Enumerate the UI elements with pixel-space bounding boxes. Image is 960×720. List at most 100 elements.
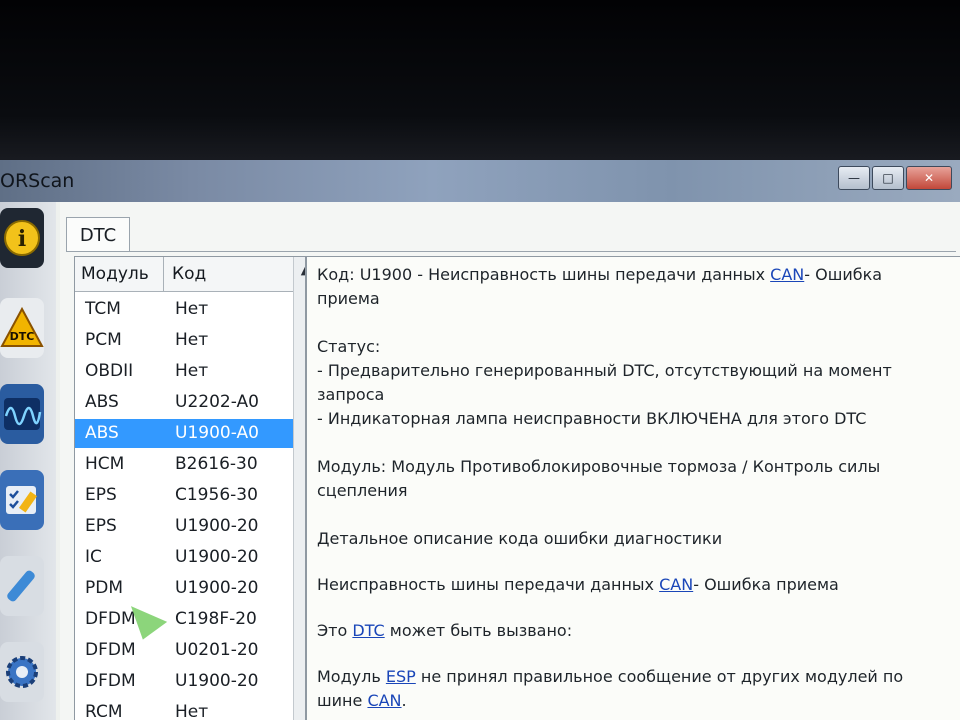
row-code: Нет xyxy=(175,330,209,350)
sidebar-item-info[interactable]: i xyxy=(0,202,52,274)
row-code: U2202-A0 xyxy=(175,392,259,412)
list-row[interactable]: PCM Нет xyxy=(75,326,305,355)
row-code: C198F-20 xyxy=(175,609,257,629)
list-row[interactable]: DFDM U0201-20 xyxy=(75,636,305,665)
cause-text: Это xyxy=(317,621,353,640)
row-code: Нет xyxy=(175,702,209,720)
list-row-selected[interactable]: ABS U1900-A0 xyxy=(75,419,305,448)
row-code: C1956-30 xyxy=(175,485,258,505)
sidebar-item-settings[interactable] xyxy=(0,636,52,708)
status-item-2: - Индикаторная лампа неисправности ВКЛЮЧ… xyxy=(317,409,867,428)
window-title: ORScan xyxy=(0,170,75,192)
list-row[interactable]: IC U1900-20 xyxy=(75,543,305,572)
dtc-detail-panel: Код: U1900 - Неисправность шины передачи… xyxy=(306,256,960,720)
list-row[interactable]: EPS C1956-30 xyxy=(75,481,305,510)
module-error-line: Модуль ESP не принял правильное сообщени… xyxy=(317,665,937,689)
list-row[interactable]: RCM Нет xyxy=(75,698,305,720)
row-module: HCM xyxy=(85,454,125,474)
row-code: U0201-20 xyxy=(175,640,259,660)
row-code: U1900-20 xyxy=(175,547,259,567)
checklist-icon xyxy=(0,470,44,530)
module-error-end: . xyxy=(401,691,407,710)
row-module: DFDM xyxy=(85,640,136,660)
row-module: EPS xyxy=(85,516,117,536)
svg-text:i: i xyxy=(18,226,26,252)
row-module: TCM xyxy=(85,299,121,319)
status-item-1-cont: запроса xyxy=(317,385,385,404)
list-row[interactable]: PDM U1900-20 xyxy=(75,574,305,603)
detail-code-line: Код: U1900 - Неисправность шины передачи… xyxy=(317,263,937,287)
list-scrollbar[interactable]: ▲ xyxy=(293,257,305,720)
list-row[interactable]: HCM B2616-30 xyxy=(75,450,305,479)
list-row[interactable]: TCM Нет xyxy=(75,295,305,324)
sidebar-item-oscilloscope[interactable] xyxy=(0,378,52,450)
row-code: Нет xyxy=(175,299,209,319)
list-row[interactable]: OBDII Нет xyxy=(75,357,305,386)
status-item-1: - Предварительно генерированный DTC, отс… xyxy=(317,361,892,380)
status-title: Статус: xyxy=(317,337,381,356)
dtc-link[interactable]: DTC xyxy=(352,621,384,640)
row-module: EPS xyxy=(85,485,117,505)
app-window: ORScan — □ ✕ i DTC DTC Модуль Код TCM Не… xyxy=(0,160,960,720)
can-link[interactable]: CAN xyxy=(367,691,401,710)
list-header: Модуль Код xyxy=(75,257,305,292)
row-code: U1900-20 xyxy=(175,578,259,598)
module-error-text: Модуль xyxy=(317,667,386,686)
row-module: PDM xyxy=(85,578,124,598)
gear-icon xyxy=(0,642,44,702)
wrench-icon xyxy=(0,556,44,616)
fault-line: Неисправность шины передачи данных CAN- … xyxy=(317,573,937,597)
window-controls: — □ ✕ xyxy=(838,166,952,190)
row-module: RCM xyxy=(85,702,123,720)
row-module: IC xyxy=(85,547,102,567)
maximize-button[interactable]: □ xyxy=(872,166,904,190)
can-link[interactable]: CAN xyxy=(659,575,693,594)
sidebar-item-checklist[interactable] xyxy=(0,464,52,536)
scroll-up-icon[interactable]: ▲ xyxy=(296,261,305,279)
svg-text:DTC: DTC xyxy=(10,330,35,343)
module-error-line-2: шине CAN. xyxy=(317,689,937,713)
list-row[interactable]: DFDM U1900-20 xyxy=(75,667,305,696)
screen-bezel xyxy=(0,0,960,165)
fault-suffix: - Ошибка приема xyxy=(693,575,839,594)
detail-code-text: Код: U1900 - Неисправность шины передачи… xyxy=(317,265,771,284)
close-button[interactable]: ✕ xyxy=(906,166,952,190)
main-panel: DTC Модуль Код TCM Нет PCM Нет OBDII Нет AB… xyxy=(60,202,960,720)
row-module: ABS xyxy=(85,392,119,412)
description-title: Детальное описание кода ошибки диагности… xyxy=(317,529,723,548)
can-link[interactable]: CAN xyxy=(770,265,804,284)
minimize-button[interactable]: — xyxy=(838,166,870,190)
row-module: PCM xyxy=(85,330,122,350)
module-error-text-2: шине xyxy=(317,691,368,710)
list-row[interactable]: ABS U2202-A0 xyxy=(75,388,305,417)
list-row[interactable]: DFDM C198F-20 xyxy=(75,605,305,634)
esp-link[interactable]: ESP xyxy=(386,667,416,686)
module-line-1: Модуль: Модуль Противоблокировочные торм… xyxy=(317,457,881,476)
tab-divider xyxy=(66,251,956,252)
title-bar[interactable]: ORScan — □ ✕ xyxy=(0,160,960,202)
detail-code-line-2: приема xyxy=(317,289,380,308)
row-code: U1900-20 xyxy=(175,516,259,536)
module-error-suffix: не принял правильное сообщение от других… xyxy=(415,667,904,686)
module-line-2: сцепления xyxy=(317,481,408,500)
row-module: OBDII xyxy=(85,361,134,381)
column-header-module[interactable]: Модуль xyxy=(75,257,164,291)
list-row[interactable]: EPS U1900-20 xyxy=(75,512,305,541)
cause-line: Это DTC может быть вызвано: xyxy=(317,619,937,643)
dtc-list[interactable]: Модуль Код TCM Нет PCM Нет OBDII Нет ABS U22… xyxy=(74,256,306,720)
info-icon: i xyxy=(0,208,44,268)
detail-code-suffix: - Ошибка xyxy=(804,265,883,284)
tab-dtc[interactable]: DTC xyxy=(66,217,130,252)
fault-text: Неисправность шины передачи данных xyxy=(317,575,660,594)
row-code: U1900-A0 xyxy=(175,423,259,443)
cause-suffix: может быть вызвано: xyxy=(384,621,573,640)
sidebar-item-wrench[interactable] xyxy=(0,550,52,622)
row-code: Нет xyxy=(175,361,209,381)
row-code: B2616-30 xyxy=(175,454,258,474)
oscilloscope-icon xyxy=(0,384,44,444)
sidebar-item-dtc[interactable]: DTC xyxy=(0,292,52,364)
sidebar: i DTC xyxy=(0,202,56,720)
dtc-icon: DTC xyxy=(0,298,44,358)
column-header-code[interactable]: Код xyxy=(164,257,206,291)
row-module: ABS xyxy=(85,423,119,443)
